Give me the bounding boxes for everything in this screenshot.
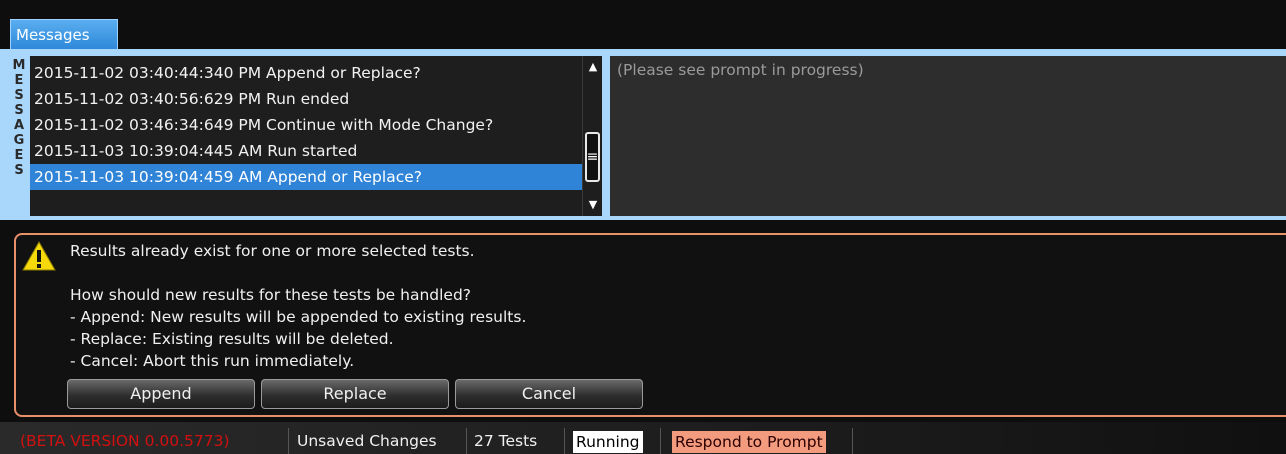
tab-strip — [0, 0, 1286, 50]
append-button[interactable]: Append — [67, 379, 255, 409]
message-item[interactable]: 2015-11-02 03:40:56:629 PM Run ended — [30, 86, 582, 112]
messages-side-label: MESSAGES — [8, 56, 30, 216]
cancel-button[interactable]: Cancel — [455, 379, 643, 409]
warning-icon — [22, 241, 56, 271]
message-list-scrollbar[interactable]: ▲ ≡ ▼ — [582, 56, 602, 216]
scroll-down-arrow-icon[interactable]: ▼ — [583, 196, 603, 214]
respond-to-prompt-badge[interactable]: Respond to Prompt — [672, 431, 826, 453]
unsaved-changes-label: Unsaved Changes — [297, 432, 437, 450]
message-item[interactable]: 2015-11-02 03:40:44:340 PM Append or Rep… — [30, 60, 582, 86]
replace-button[interactable]: Replace — [261, 379, 449, 409]
message-list[interactable]: 2015-11-02 03:40:44:340 PM Append or Rep… — [30, 56, 582, 216]
prompt-line: - Replace: Existing results will be dele… — [70, 330, 394, 348]
message-item[interactable]: 2015-11-03 10:39:04:445 AM Run started — [30, 138, 582, 164]
prompt-line: - Append: New results will be appended t… — [70, 308, 527, 326]
message-item-selected[interactable]: 2015-11-03 10:39:04:459 AM Append or Rep… — [30, 164, 582, 190]
status-separator — [660, 428, 661, 454]
tab-messages[interactable]: Messages — [10, 19, 118, 51]
scroll-up-arrow-icon[interactable]: ▲ — [583, 58, 603, 76]
message-detail: (Please see prompt in progress) — [610, 56, 1286, 216]
status-separator — [564, 428, 565, 454]
status-separator — [288, 428, 289, 454]
test-count-label: 27 Tests — [474, 432, 538, 450]
status-separator — [466, 428, 467, 454]
prompt-line: - Cancel: Abort this run immediately. — [70, 352, 355, 370]
run-state-badge: Running — [573, 431, 643, 453]
scroll-thumb[interactable]: ≡ — [585, 132, 600, 182]
message-item[interactable]: 2015-11-02 03:46:34:649 PM Continue with… — [30, 112, 582, 138]
prompt-line: Results already exist for one or more se… — [70, 242, 475, 260]
status-separator — [852, 428, 853, 454]
beta-version-label: (BETA VERSION 0.00.5773) — [20, 432, 230, 450]
prompt-line: How should new results for these tests b… — [70, 286, 472, 304]
message-detail-text: (Please see prompt in progress) — [617, 61, 864, 79]
grip-icon: ≡ — [586, 149, 599, 165]
